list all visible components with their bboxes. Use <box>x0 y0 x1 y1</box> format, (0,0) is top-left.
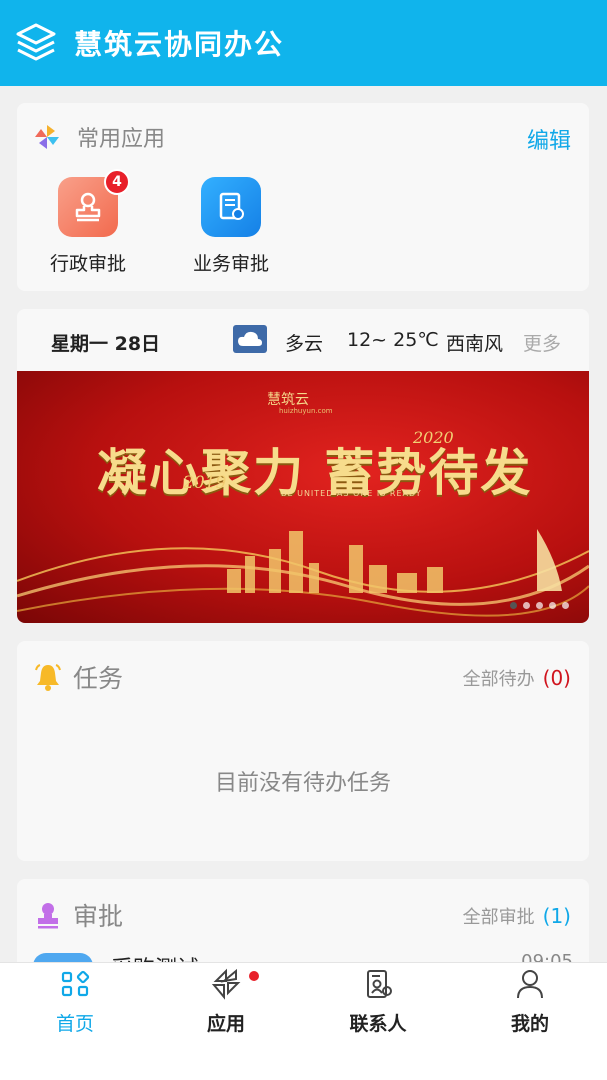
app-label: 业务审批 <box>192 253 269 275</box>
person-icon <box>517 970 543 999</box>
carousel-dot[interactable] <box>510 602 517 609</box>
app-header: 慧筑云协同办公 <box>0 0 607 86</box>
approval-header: 审批 <box>33 897 123 933</box>
app-business-approval[interactable]: 业务审批 <box>176 177 286 276</box>
stamp-person-icon <box>38 903 58 929</box>
todo-count: (0) <box>542 666 571 690</box>
tab-label: 应用 <box>206 1013 245 1035</box>
home-grid-icon <box>61 970 90 997</box>
common-apps-card: 常用应用 编辑 4 行政审批 业务审批 <box>17 103 589 291</box>
tab-apps[interactable]: 应用 <box>151 963 301 1080</box>
pinwheel-icon <box>35 125 59 149</box>
task-title: 任务 <box>73 664 124 693</box>
common-apps-header: 常用应用 <box>33 121 165 153</box>
app-title: 慧筑云协同办公 <box>74 28 285 61</box>
new-indicator-dot <box>249 971 259 981</box>
bottom-tab-bar: 首页 应用 联系人 我的 <box>0 962 607 1080</box>
notification-badge: 4 <box>104 169 130 195</box>
banner-year-right: 2020 <box>413 428 454 447</box>
carousel-dot[interactable] <box>549 602 556 609</box>
all-approval-link[interactable]: 全部审批 (1) <box>463 903 571 929</box>
app-label: 行政审批 <box>49 253 126 275</box>
edit-button[interactable]: 编辑 <box>527 123 571 155</box>
app-admin-approval[interactable]: 4 行政审批 <box>33 169 143 276</box>
all-approval-label: 全部审批 <box>462 907 535 928</box>
apps-icon <box>211 968 241 1000</box>
stamp-icon: 4 <box>58 169 130 237</box>
tab-label: 联系人 <box>349 1013 407 1035</box>
approval-count: (1) <box>542 904 571 928</box>
task-card: 任务 全部待办 (0) 目前没有待办任务 <box>17 641 589 861</box>
task-header: 任务 <box>33 659 123 695</box>
weather-wind: 西南风 <box>446 333 504 355</box>
tab-contacts[interactable]: 联系人 <box>303 963 453 1080</box>
banner-brand-url: huizhuyun.com <box>279 407 333 415</box>
cloud-icon <box>233 325 267 353</box>
carousel-dot[interactable] <box>523 602 530 609</box>
banner-brand: 慧筑云 <box>267 392 309 408</box>
all-todo-label: 全部待办 <box>462 669 535 690</box>
bell-icon <box>35 664 61 691</box>
weather-row: 星期一 28日 多云 12~ 25℃ 西南风 更多 <box>17 323 589 359</box>
common-apps-title: 常用应用 <box>77 127 166 152</box>
document-icon <box>201 177 261 237</box>
empty-task-message: 目前没有待办任务 <box>214 771 391 796</box>
tab-profile[interactable]: 我的 <box>455 963 605 1080</box>
layers-logo-icon <box>16 23 56 61</box>
tab-label: 首页 <box>55 1013 94 1035</box>
approval-title: 审批 <box>73 902 124 931</box>
banner-subtitle: BE UNITED AS ONE IS READY <box>281 489 422 498</box>
carousel-dot[interactable] <box>536 602 543 609</box>
weather-temperature: 12~ 25℃ <box>347 329 439 351</box>
carousel-dots <box>510 602 569 609</box>
weather-condition: 多云 <box>285 333 324 355</box>
promo-banner[interactable]: 慧筑云 huizhuyun.com 凝心聚力 蓄势待发 2019 2020 BE… <box>17 371 589 623</box>
tab-label: 我的 <box>510 1013 549 1035</box>
banner-year-left: 2019 <box>183 473 227 493</box>
weather-more-link[interactable]: 更多 <box>523 329 561 356</box>
contacts-icon <box>367 970 392 998</box>
all-todo-link[interactable]: 全部待办 (0) <box>463 665 571 691</box>
tab-home[interactable]: 首页 <box>0 963 150 1080</box>
weather-date: 星期一 28日 <box>51 333 161 355</box>
carousel-dot[interactable] <box>562 602 569 609</box>
weather-banner-card: 星期一 28日 多云 12~ 25℃ 西南风 更多 慧筑云 huizhuyun.… <box>17 309 589 623</box>
